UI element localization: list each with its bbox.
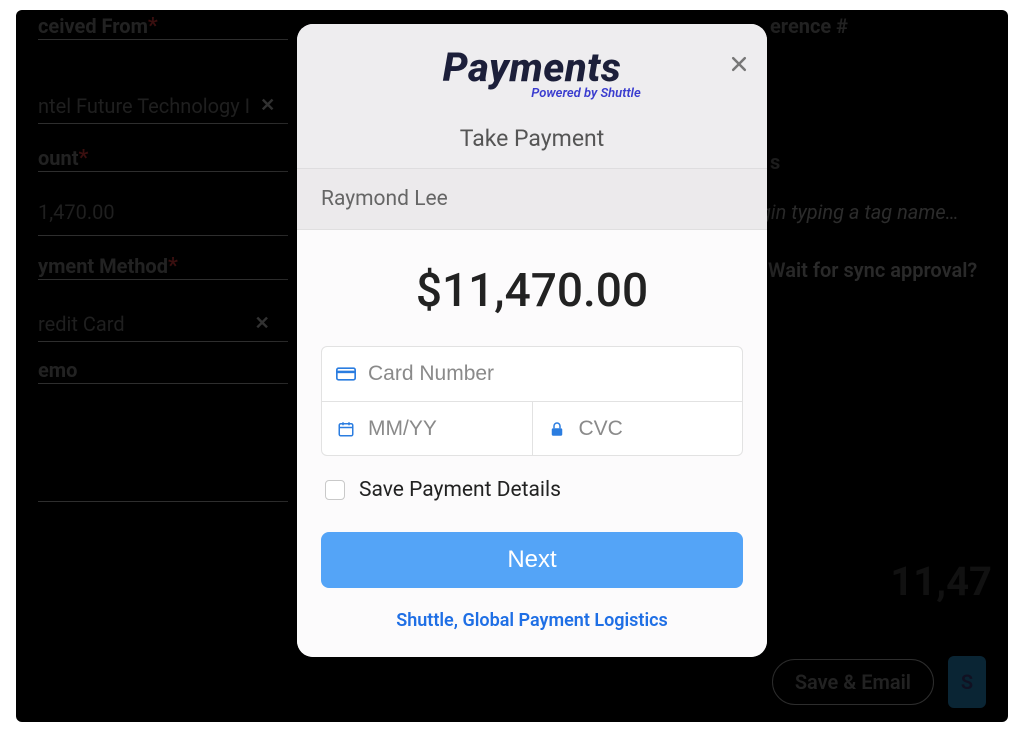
save-details-label: Save Payment Details [359,478,561,502]
payment-modal: Payments Powered by Shuttle Take Payment… [297,24,767,657]
expiry-input[interactable] [368,417,518,441]
card-input-group [321,346,743,456]
tags-label: s [770,150,780,174]
modal-title: Take Payment [315,125,749,152]
card-number-input[interactable] [368,362,728,386]
card-icon [336,365,356,383]
memo-label: emo [38,358,77,382]
footer-link[interactable]: Shuttle, Global Payment Logistics [321,610,743,631]
clear-icon: ✕ [255,313,270,334]
clear-icon: ✕ [260,95,275,116]
customer-name: Raymond Lee [297,169,767,230]
brand-wordmark: Payments [315,48,749,88]
brand-block: Payments Powered by Shuttle [315,48,749,101]
amount-value: 1,470.00 [38,200,115,224]
tags-placeholder: gin typing a tag name… [760,200,959,224]
sync-approval-label: Wait for sync approval? [768,258,977,282]
payment-amount: $11,470.00 [321,264,743,318]
save-and-email-button[interactable]: Save & Email [772,659,934,705]
calendar-icon [336,420,356,438]
save-details-checkbox[interactable] [325,480,345,500]
reference-label: erence # [770,14,848,38]
next-button[interactable]: Next [321,532,743,588]
summary-total: 11,47 [890,558,992,605]
payment-method-value: redit Card [38,312,125,336]
modal-header: Payments Powered by Shuttle Take Payment [297,24,767,169]
received-from-label: ceived From [38,14,148,38]
amount-label: ount [38,146,78,170]
close-icon [729,54,749,74]
secondary-save-button[interactable]: S [948,656,986,708]
payment-method-label: yment Method [38,254,168,278]
lock-icon [547,420,567,438]
close-button[interactable] [725,50,753,78]
cvc-input[interactable] [579,417,729,441]
modal-body: $11,470.00 [297,230,767,657]
received-from-value: ntel Future Technology I [38,94,250,118]
